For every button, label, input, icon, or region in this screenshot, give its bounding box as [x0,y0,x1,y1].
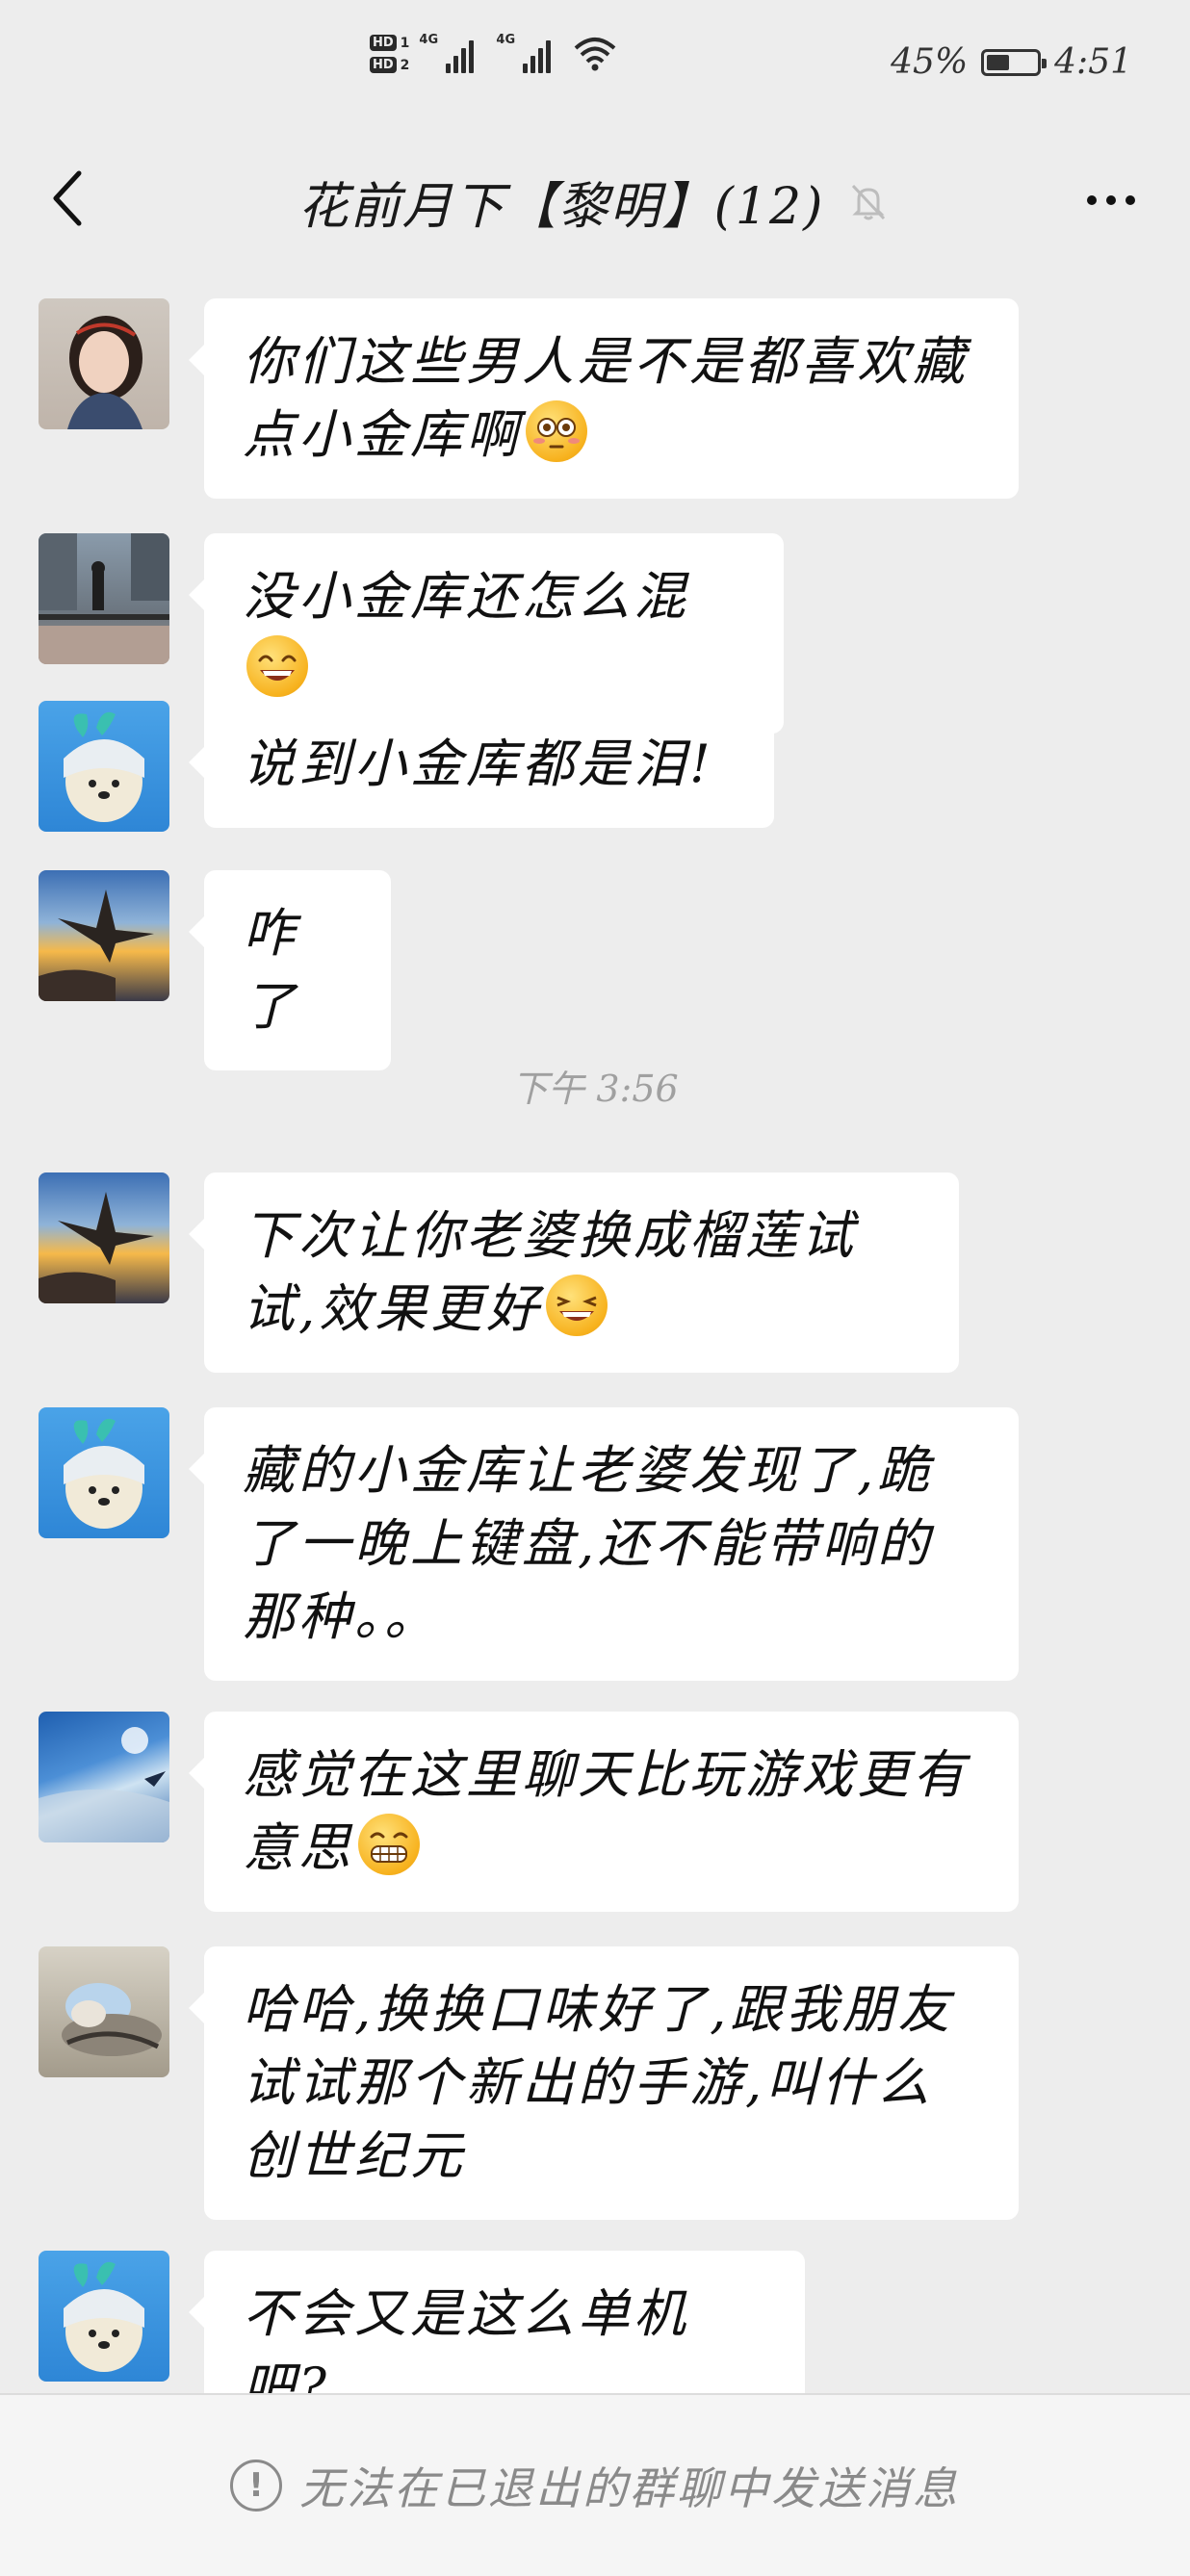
message-text: 感觉在这里聊天比玩游戏更有意思 [243,1744,969,1878]
signal-1-icon: 4G [419,33,486,73]
grinning-face-emoji [246,635,308,697]
message-bubble[interactable]: 下次让你老婆换成榴莲试试,效果更好 [189,1172,959,1373]
message-bubble[interactable]: 感觉在这里聊天比玩游戏更有意思 [189,1712,1019,1912]
notice-text: 无法在已退出的群聊中发送消息 [299,2462,960,2514]
net1-label: 4G [419,33,439,47]
message-row: 藏的小金库让老婆发现了,跪了一晚上键盘,还不能带响的那种。。 [39,1407,1019,1681]
message-row: 咋了 [39,870,391,1070]
avatar-woman-photo[interactable] [39,298,169,429]
status-bar: HD 1 HD 2 4G 4G 45% 4:51 [0,0,1190,135]
signal-2-icon: 4G [496,33,563,73]
message-text: 哈哈,换换口味好了,跟我朋友试试那个新出的手游,叫什么创世纪元 [243,1979,954,2186]
chevron-left-icon [53,170,82,226]
message-text: 说到小金库都是泪! [243,734,714,794]
grimacing-face-emoji [358,1814,420,1875]
message-bubble[interactable]: 咋了 [189,870,391,1070]
exclamation-circle-icon: ! [230,2460,282,2512]
more-options-button[interactable] [1076,173,1146,227]
chat-area[interactable]: 你们这些男人是不是都喜欢藏点小金库啊 没小金库还怎么混 说到小金库都是泪! 咋了… [0,268,1190,2451]
message-row: 你们这些男人是不是都喜欢藏点小金库啊 [39,298,1019,499]
avatar-balcony-photo[interactable] [39,533,169,664]
bell-muted-icon [852,184,886,220]
avatar-dog-hood[interactable] [39,2251,169,2382]
hd-indicators: HD 1 HD 2 [370,35,409,73]
avatar-dog-hood[interactable] [39,1407,169,1538]
avatar-eagle-sunset[interactable] [39,870,169,1001]
back-button[interactable] [39,160,96,237]
status-right: 45% 4:51 [891,42,1132,82]
message-bubble[interactable]: 说到小金库都是泪! [189,701,774,828]
message-row: 感觉在这里聊天比玩游戏更有意思 [39,1712,1019,1912]
status-time: 4:51 [1054,42,1132,82]
more-dot [1087,195,1097,205]
net2-label: 4G [496,33,516,47]
hd2-sub: 2 [400,57,410,73]
more-dot [1106,195,1116,205]
chat-header: 花前月下【黎明】(12) [0,135,1190,268]
hd1-sub: 1 [400,35,410,51]
more-dot [1125,195,1135,205]
message-bubble[interactable]: 你们这些男人是不是都喜欢藏点小金库啊 [189,298,1019,499]
battery-icon [981,48,1048,76]
wifi-icon [573,35,617,73]
message-bubble[interactable]: 藏的小金库让老婆发现了,跪了一晚上键盘,还不能带响的那种。。 [189,1407,1019,1681]
avatar-cat-sleeping[interactable] [39,1946,169,2077]
battery-level [987,54,1010,70]
message-text: 藏的小金库让老婆发现了,跪了一晚上键盘,还不能带响的那种。。 [243,1440,934,1647]
avatar-dog-hood[interactable] [39,701,169,832]
hd1-indicator: HD 1 [370,35,409,51]
message-row: 说到小金库都是泪! [39,701,774,832]
title-wrap: 花前月下【黎明】(12) [298,166,892,238]
hd2-label: HD [370,57,397,73]
message-text: 你们这些男人是不是都喜欢藏点小金库啊 [243,331,969,465]
message-row: 下次让你老婆换成榴莲试试,效果更好 [39,1172,959,1373]
message-row: 哈哈,换换口味好了,跟我朋友试试那个新出的手游,叫什么创世纪元 [39,1946,1019,2220]
chat-title: 花前月下【黎明】(12) [298,177,825,236]
avatar-eagle-sunset[interactable] [39,1172,169,1303]
chat-timestamp: 下午 3:56 [511,1068,679,1110]
smiling-squint-emoji [546,1275,608,1336]
battery-percent: 45% [891,42,969,82]
flushed-face-emoji [526,400,587,462]
message-bubble[interactable]: 哈哈,换换口味好了,跟我朋友试试那个新出的手游,叫什么创世纪元 [189,1946,1019,2220]
message-text: 咋了 [243,903,298,1037]
hd1-label: HD [370,35,397,51]
message-text: 没小金库还怎么混 [243,566,689,627]
avatar-plane-sky[interactable] [39,1712,169,1842]
status-indicators: HD 1 HD 2 4G 4G [370,33,617,73]
hd2-indicator: HD 2 [370,57,409,73]
bottom-notice-bar: ! 无法在已退出的群聊中发送消息 [0,2393,1190,2576]
